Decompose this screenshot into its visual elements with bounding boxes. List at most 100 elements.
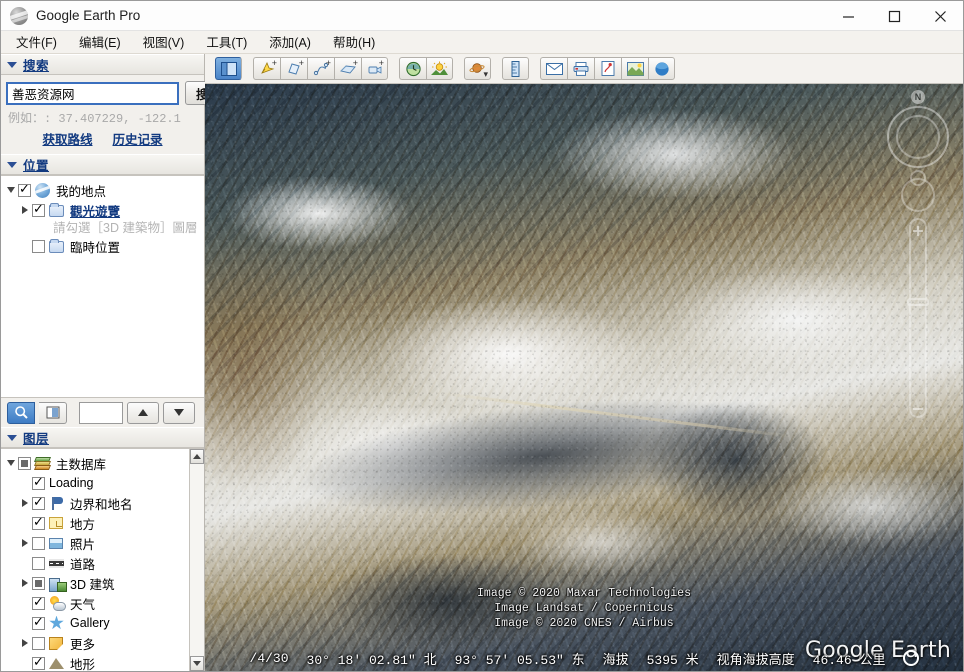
menu-view[interactable]: 视图(V) xyxy=(137,30,194,54)
checkbox-more[interactable] xyxy=(32,636,45,650)
plus-badge: + xyxy=(378,58,384,68)
layer-item-more[interactable]: 更多 xyxy=(1,633,189,653)
google-earth-window: Google Earth Pro 文件(F) 编辑(E) 视图(V) 工具(T)… xyxy=(0,0,964,672)
toggle-sidebar-icon[interactable] xyxy=(215,57,242,80)
twisty-down-icon[interactable] xyxy=(5,185,16,196)
save-image-icon[interactable] xyxy=(621,57,648,80)
move-up-button[interactable] xyxy=(127,401,159,424)
places-toolbar xyxy=(1,397,204,427)
email-icon[interactable] xyxy=(540,57,567,80)
checkbox-gallery[interactable] xyxy=(32,614,45,630)
checkbox-photos[interactable] xyxy=(32,536,45,550)
places-item-description: 請勾選［3D 建築物］圖層 xyxy=(53,221,198,235)
places-panel-header[interactable]: 位置 xyxy=(1,154,204,175)
search-input[interactable] xyxy=(6,81,179,105)
layer-item-3d-buildings[interactable]: 3D 建筑 xyxy=(1,573,189,593)
flag-icon xyxy=(49,496,65,511)
layer-item-roads[interactable]: 道路 xyxy=(1,553,189,573)
status-date: /4/30 xyxy=(249,650,289,666)
checkbox-primary-db[interactable] xyxy=(18,456,31,470)
menu-help[interactable]: 帮助(H) xyxy=(327,30,384,54)
layer-item-terrain[interactable]: 地形 xyxy=(1,653,189,671)
historical-imagery-icon[interactable] xyxy=(399,57,426,80)
checkbox-borders-labels[interactable] xyxy=(32,494,45,510)
sunlight-icon[interactable] xyxy=(426,57,453,80)
places-panel-toggle-button[interactable] xyxy=(39,401,67,424)
menu-file[interactable]: 文件(F) xyxy=(10,30,66,54)
layer-item-weather[interactable]: 天气 xyxy=(1,593,189,613)
add-polygon-icon[interactable]: + xyxy=(280,57,307,80)
get-directions-link[interactable]: 获取路线 xyxy=(42,129,92,148)
menu-tools[interactable]: 工具(T) xyxy=(200,30,256,54)
scroll-up-button[interactable] xyxy=(190,449,204,464)
chevron-down-icon xyxy=(7,61,17,68)
places-item-label[interactable]: 觀光遊覽 xyxy=(70,201,120,220)
add-image-overlay-icon[interactable]: + xyxy=(334,57,361,80)
twisty-right-icon[interactable] xyxy=(19,538,30,549)
places-item-my-places[interactable]: 我的地点 xyxy=(1,180,204,200)
arrow-up-icon xyxy=(138,409,148,416)
main-body: 搜索 搜索 例如：: 37.407229, -122.1 获取路线 历史记录 位… xyxy=(1,54,963,671)
search-panel-title: 搜索 xyxy=(23,59,50,73)
layers-scrollbar[interactable] xyxy=(189,449,204,671)
checkbox-tour[interactable] xyxy=(32,201,45,217)
layers-panel-title: 图层 xyxy=(23,432,50,446)
planet-switch-icon[interactable]: ▾ xyxy=(464,57,491,80)
twisty-down-icon[interactable] xyxy=(5,458,16,469)
menu-add[interactable]: 添加(A) xyxy=(263,30,320,54)
minimize-button[interactable] xyxy=(825,1,871,31)
close-button[interactable] xyxy=(917,1,963,31)
add-placemark-icon[interactable]: + xyxy=(253,57,280,80)
layer-item-places[interactable]: 地方 xyxy=(1,513,189,533)
ruler-icon[interactable] xyxy=(502,57,529,80)
layer-item-gallery[interactable]: Gallery xyxy=(1,613,189,633)
scroll-down-button[interactable] xyxy=(190,656,204,671)
places-search-button[interactable] xyxy=(7,401,35,424)
checkbox-places[interactable] xyxy=(32,514,45,530)
move-down-button[interactable] xyxy=(163,401,195,424)
plus-badge: + xyxy=(325,58,331,68)
view-in-maps-icon[interactable] xyxy=(594,57,621,80)
maximize-button[interactable] xyxy=(871,1,917,31)
window-title: Google Earth Pro xyxy=(36,8,141,23)
checkbox-terrain[interactable] xyxy=(32,654,45,670)
twisty-right-icon[interactable] xyxy=(19,498,30,509)
layer-item-photos[interactable]: 照片 xyxy=(1,533,189,553)
twisty-right-icon[interactable] xyxy=(19,638,30,649)
twisty-right-icon[interactable] xyxy=(19,205,30,216)
history-link[interactable]: 历史记录 xyxy=(113,129,163,148)
checkbox-temp-places[interactable] xyxy=(32,239,45,253)
layers-panel-header[interactable]: 图层 xyxy=(1,427,204,448)
record-tour-icon[interactable]: + xyxy=(361,57,388,80)
layer-item-label: 主数据库 xyxy=(56,457,107,472)
layer-item-label: 3D 建筑 xyxy=(70,577,115,592)
checkbox-my-places[interactable] xyxy=(18,181,31,197)
layer-item-loading[interactable]: Loading xyxy=(1,473,189,493)
print-icon[interactable] xyxy=(567,57,594,80)
checkbox-roads[interactable] xyxy=(32,556,45,570)
layer-item-primary-db[interactable]: 主数据库 xyxy=(1,453,189,473)
search-panel-header[interactable]: 搜索 xyxy=(1,54,204,75)
layer-item-label: 照片 xyxy=(70,537,96,552)
menu-edit[interactable]: 编辑(E) xyxy=(73,30,130,54)
window-controls xyxy=(825,1,963,31)
scroll-track[interactable] xyxy=(190,464,204,656)
layer-item-borders-labels[interactable]: 边界和地名 xyxy=(1,493,189,513)
earth-icon[interactable] xyxy=(648,57,675,80)
checkbox-weather[interactable] xyxy=(32,594,45,610)
checkbox-3d-buildings[interactable] xyxy=(32,576,45,590)
search-panel: 搜索 例如：: 37.407229, -122.1 获取路线 历史记录 xyxy=(1,75,233,154)
twisty-right-icon[interactable] xyxy=(19,578,30,589)
chevron-down-icon xyxy=(7,434,17,441)
layer-item-label: Gallery xyxy=(70,616,110,630)
checkbox-loading[interactable] xyxy=(32,474,45,490)
places-filter-input[interactable] xyxy=(79,401,123,424)
add-path-icon[interactable]: + xyxy=(307,57,334,80)
road-icon xyxy=(49,556,65,571)
terrain-icon xyxy=(49,656,65,671)
layer-item-label: 道路 xyxy=(70,557,96,572)
places-item-temp[interactable]: 臨時位置 xyxy=(1,236,204,256)
places-item-tour[interactable]: 觀光遊覽 xyxy=(1,200,204,220)
folder-icon xyxy=(49,202,65,218)
map-canvas[interactable]: N Image © 2020 Maxar Technologies Image … xyxy=(205,84,963,671)
